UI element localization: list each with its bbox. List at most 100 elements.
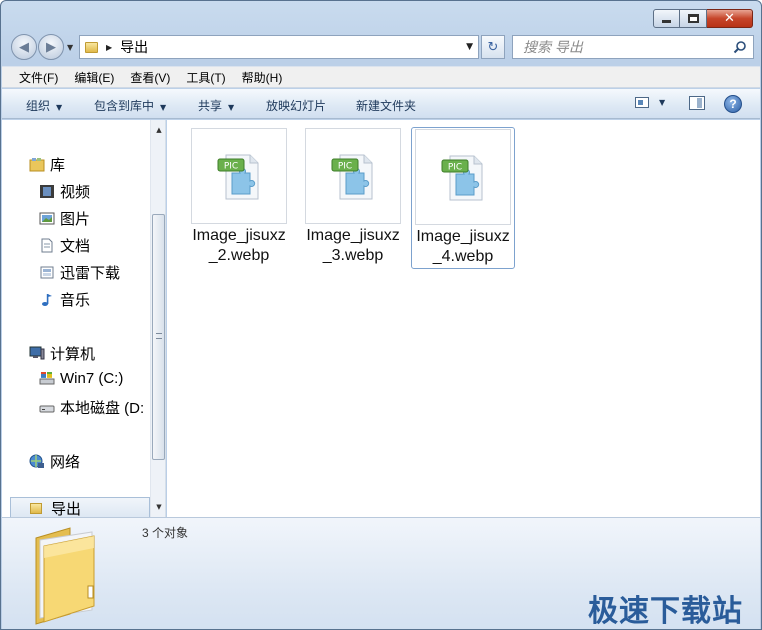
nav-scrollbar[interactable]: ▲ ▼ <box>150 120 165 517</box>
maximize-button[interactable] <box>680 9 707 28</box>
nav-label-libraries: 库 <box>50 157 66 174</box>
chevron-down-icon: ▼ <box>160 103 167 112</box>
share-button[interactable]: 共享 ▼ <box>198 97 234 114</box>
address-bar[interactable]: ▶ 导出 ▼ <box>79 35 479 59</box>
nav-item-libraries[interactable]: 库 <box>29 154 65 175</box>
watermark-logo: 极速下载站 <box>588 595 743 628</box>
image-file-icon: PIC <box>331 154 373 200</box>
file-thumbnail: PIC <box>305 128 401 224</box>
scroll-up-icon[interactable]: ▲ <box>151 122 165 138</box>
menu-tools[interactable]: 工具(T) <box>186 69 225 86</box>
explorer-window: ✕ ◀ ▶ ▼ ▶ 导出 ▼ ↻ 搜索 导出 文件(F) 编辑(E) 查看(V)… <box>0 0 762 630</box>
nav-item-music[interactable]: 音乐 <box>39 289 90 310</box>
nav-label-network: 网络 <box>50 454 81 471</box>
nav-label-pictures: 图片 <box>60 211 91 228</box>
pic-badge-text: PIC <box>338 162 352 172</box>
search-input[interactable]: 搜索 导出 <box>512 35 754 59</box>
refresh-icon: ↻ <box>487 39 499 55</box>
picture-icon <box>39 212 55 225</box>
share-label: 共享 <box>198 99 223 113</box>
folder-icon <box>30 503 42 514</box>
file-item-selected[interactable]: PIC Image_jisuxz_4.webp <box>411 127 515 269</box>
menu-help[interactable]: 帮助(H) <box>242 69 283 86</box>
slideshow-button[interactable]: 放映幻灯片 <box>266 97 326 114</box>
file-name: Image_jisuxz_3.webp <box>306 227 400 264</box>
scroll-thumb[interactable] <box>152 214 165 460</box>
chevron-right-icon[interactable]: ▶ <box>106 43 112 52</box>
file-thumbnail: PIC <box>415 129 511 225</box>
arrow-right-icon: ▶ <box>46 39 56 55</box>
arrow-left-icon: ◀ <box>19 39 29 55</box>
details-pane: 3 个对象 极速下载站 <box>2 517 760 629</box>
nav-item-videos[interactable]: 视频 <box>39 181 90 202</box>
search-placeholder: 搜索 导出 <box>523 39 583 55</box>
new-folder-button[interactable]: 新建文件夹 <box>356 97 416 114</box>
breadcrumb-current[interactable]: 导出 <box>120 37 148 57</box>
folder-icon <box>35 527 95 625</box>
network-icon <box>29 454 44 468</box>
view-options-dropdown-icon[interactable]: ▼ <box>659 98 665 107</box>
folder-icon <box>85 41 98 53</box>
menu-file[interactable]: 文件(F) <box>19 69 58 86</box>
caption-buttons: ✕ <box>653 9 753 28</box>
nav-item-computer[interactable]: 计算机 <box>29 343 95 364</box>
file-name: Image_jisuxz_2.webp <box>192 227 286 264</box>
organize-button[interactable]: 组织 ▼ <box>26 97 62 114</box>
change-view-icon[interactable] <box>635 97 649 108</box>
nav-item-thunder-downloads[interactable]: 迅雷下载 <box>39 262 120 283</box>
image-file-icon: PIC <box>441 155 483 201</box>
command-bar: 组织 ▼ 包含到库中 ▼ 共享 ▼ 放映幻灯片 新建文件夹 ▼ ? <box>2 89 760 119</box>
close-icon: ✕ <box>724 11 735 26</box>
file-thumbnail: PIC <box>191 128 287 224</box>
close-button[interactable]: ✕ <box>707 9 753 28</box>
image-file-icon: PIC <box>217 154 259 200</box>
nav-item-drive-c[interactable]: Win7 (C:) <box>39 370 123 387</box>
download-folder-icon <box>40 266 54 279</box>
pic-badge-text: PIC <box>448 163 462 173</box>
document-icon <box>41 238 53 253</box>
file-name: Image_jisuxz_4.webp <box>416 228 510 265</box>
nav-item-drive-d[interactable]: 本地磁盘 (D: <box>39 397 144 418</box>
nav-label-export: 导出 <box>51 500 82 518</box>
file-list: PIC Image_jisuxz_2.webp PIC Image_jisuxz… <box>167 120 760 517</box>
nav-item-network[interactable]: 网络 <box>29 451 80 472</box>
video-icon <box>40 185 54 198</box>
menu-bar: 文件(F) 编辑(E) 查看(V) 工具(T) 帮助(H) <box>2 66 760 88</box>
help-icon[interactable]: ? <box>724 95 742 113</box>
preview-pane-icon[interactable] <box>689 96 705 110</box>
system-drive-icon <box>39 372 55 385</box>
nav-item-documents[interactable]: 文档 <box>39 235 90 256</box>
nav-item-export[interactable]: 导出 <box>10 497 150 517</box>
nav-label-documents: 文档 <box>60 238 91 255</box>
search-icon[interactable] <box>733 40 747 54</box>
minimize-button[interactable] <box>653 9 680 28</box>
include-in-library-button[interactable]: 包含到库中 ▼ <box>94 97 166 114</box>
recent-pages-dropdown[interactable]: ▼ <box>67 43 73 52</box>
file-item[interactable]: PIC Image_jisuxz_3.webp <box>301 128 405 266</box>
item-count: 3 个对象 <box>142 526 189 540</box>
nav-label-drive-d: 本地磁盘 (D: <box>60 400 145 417</box>
library-icon <box>29 158 45 172</box>
file-item[interactable]: PIC Image_jisuxz_2.webp <box>187 128 291 266</box>
navigation-pane: 库 视频 图片 文档 迅雷下载 音乐 计算机 Win7 (C:) 本地磁盘 (D… <box>2 120 166 517</box>
computer-icon <box>29 346 45 360</box>
chevron-down-icon: ▼ <box>228 103 235 112</box>
hard-drive-icon <box>39 405 55 413</box>
address-dropdown-icon[interactable]: ▼ <box>466 42 473 52</box>
minimize-icon <box>662 20 671 23</box>
nav-item-pictures[interactable]: 图片 <box>39 208 90 229</box>
nav-label-thunder-downloads: 迅雷下载 <box>60 265 121 282</box>
menu-edit[interactable]: 编辑(E) <box>74 69 114 86</box>
music-icon <box>42 294 52 306</box>
nav-label-computer: 计算机 <box>50 346 96 363</box>
menu-view[interactable]: 查看(V) <box>130 69 170 86</box>
scroll-down-icon[interactable]: ▼ <box>151 499 165 515</box>
organize-label: 组织 <box>26 99 51 113</box>
pic-badge-text: PIC <box>224 162 238 172</box>
maximize-icon <box>687 14 699 23</box>
back-button[interactable]: ◀ <box>11 34 37 60</box>
forward-button[interactable]: ▶ <box>38 34 64 60</box>
refresh-button[interactable]: ↻ <box>481 35 505 59</box>
include-in-library-label: 包含到库中 <box>94 99 155 113</box>
grip-icon <box>156 333 162 339</box>
